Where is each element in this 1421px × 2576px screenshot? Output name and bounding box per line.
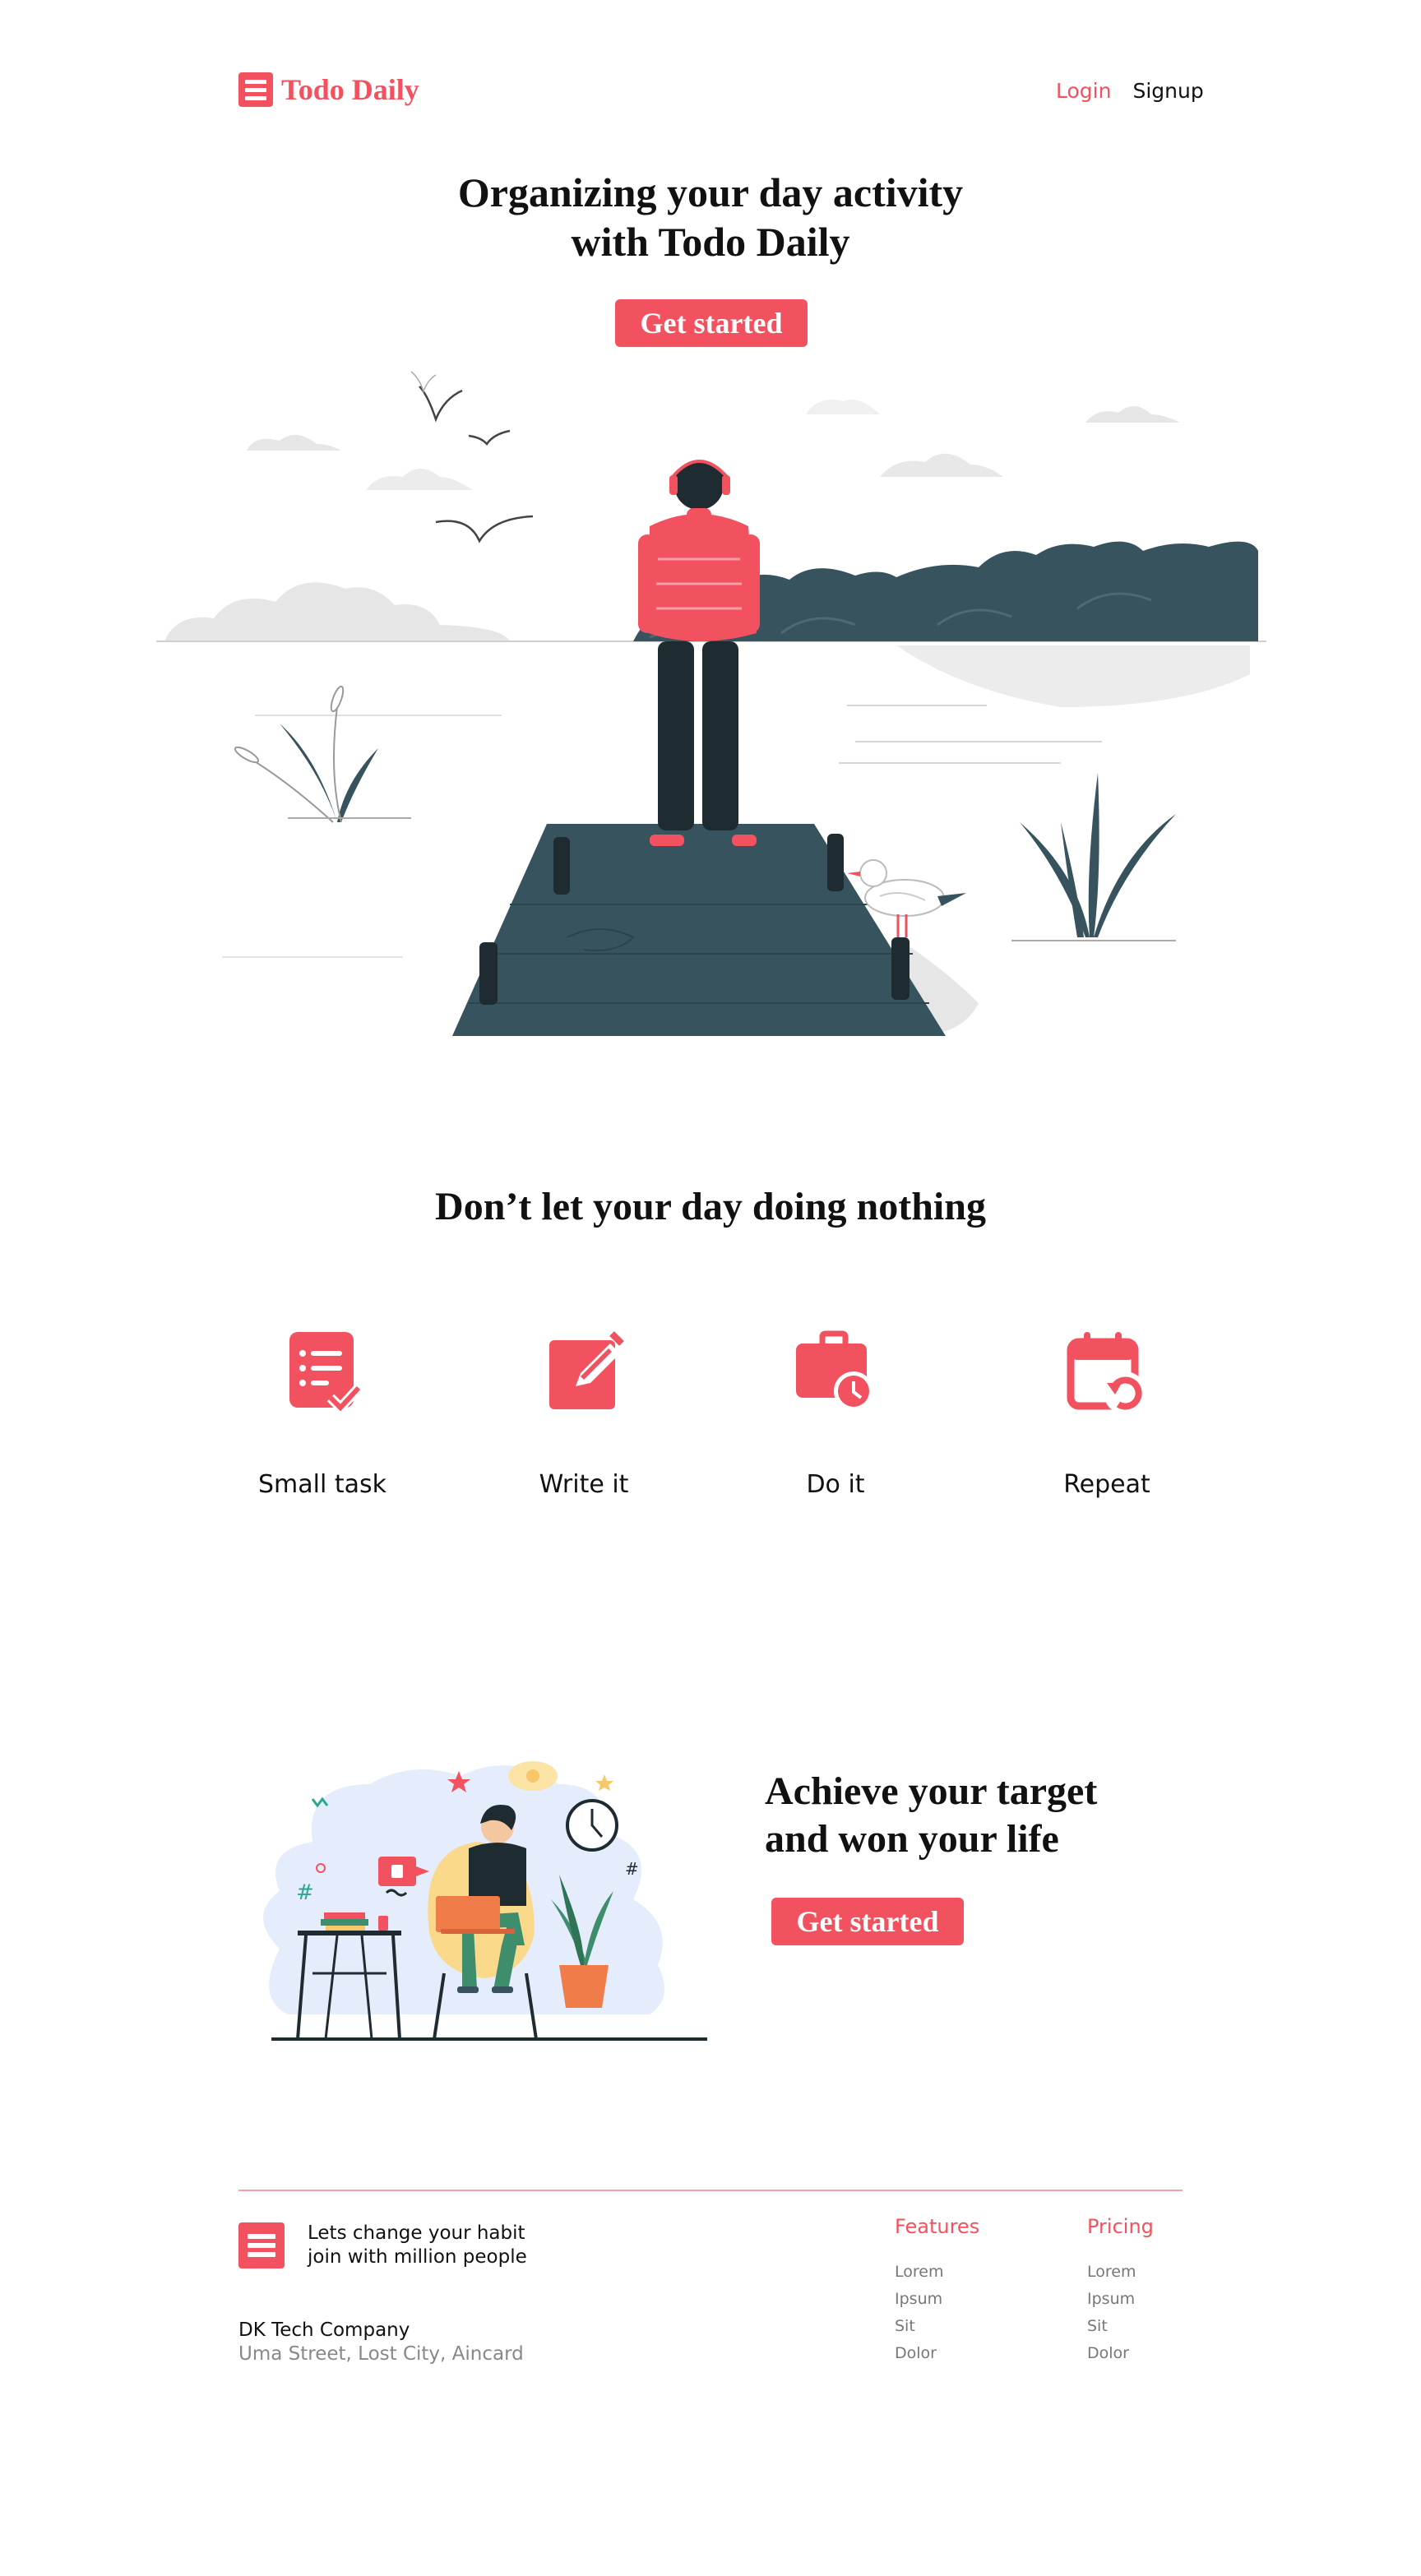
feature-small-task: Small task	[199, 1329, 446, 1499]
feature-label-write-it: Write it	[539, 1470, 629, 1499]
footer-logo-icon	[238, 2222, 285, 2268]
dock-post	[479, 942, 498, 1005]
achieve-title-line2: and won your life	[765, 1817, 1059, 1861]
feature-repeat: Repeat	[984, 1329, 1230, 1499]
hero-title: Organizing your day activity with Todo D…	[0, 168, 1421, 266]
footer-tagline: Lets change your habit join with million…	[308, 2222, 527, 2269]
cloud-2	[366, 469, 473, 490]
person-standing	[638, 460, 760, 846]
svg-text:#: #	[296, 1880, 314, 1905]
logo-icon	[238, 72, 273, 107]
dock-post	[553, 837, 570, 895]
footer-company: DK Tech Company Uma Street, Lost City, A…	[238, 2319, 524, 2366]
features-heading: Don’t let your day doing nothing	[435, 1185, 986, 1228]
feature-label-do-it: Do it	[806, 1470, 865, 1499]
cloud-5	[806, 400, 880, 414]
edit-icon	[549, 1331, 624, 1409]
achieve-title: Achieve your target and won your life	[765, 1768, 1097, 1863]
footer-link[interactable]: Ipsum	[895, 2290, 979, 2308]
signup-link[interactable]: Signup	[1132, 79, 1203, 103]
dock-post	[891, 937, 910, 1000]
achieve-title-line1: Achieve your target	[765, 1769, 1098, 1813]
footer-column-title: Features	[895, 2215, 980, 2238]
footer-column-title: Pricing	[1087, 2215, 1154, 2238]
footer-link[interactable]: Dolor	[1087, 2344, 1154, 2362]
feature-label-small-task: Small task	[257, 1470, 386, 1499]
cloud-4	[1085, 405, 1180, 423]
bird-4	[410, 371, 437, 394]
footer-link[interactable]: Sit	[1087, 2317, 1154, 2335]
calendar-repeat-icon	[1067, 1332, 1146, 1414]
top-nav: Login Signup	[1056, 79, 1204, 103]
footer-link[interactable]: Ipsum	[1087, 2290, 1154, 2308]
hero-title-line2: with Todo Daily	[571, 219, 850, 265]
company-name: DK Tech Company	[238, 2319, 410, 2341]
footer-column-pricing: Pricing Lorem Ipsum Sit Dolor	[1087, 2215, 1154, 2362]
footer-tagline-line1: Lets change your habit	[308, 2222, 525, 2244]
brand-name: Todo Daily	[281, 73, 419, 106]
dock-post	[827, 834, 844, 891]
briefcase-clock-icon	[796, 1330, 873, 1411]
footer-link[interactable]: Sit	[895, 2317, 979, 2335]
cloud-1	[247, 434, 341, 451]
task-list-icon	[289, 1332, 363, 1414]
right-reeds	[1011, 773, 1176, 941]
left-reeds	[234, 685, 411, 823]
hero-get-started-button[interactable]: Get started	[615, 299, 808, 347]
workspace-illustration: # #	[263, 1761, 707, 2041]
dock	[452, 824, 946, 1036]
brand-logo[interactable]: Todo Daily	[238, 72, 419, 107]
cloud-bank	[164, 582, 510, 641]
bird-3	[435, 515, 534, 543]
achieve-get-started-button[interactable]: Get started	[771, 1898, 964, 1945]
feature-do-it: Do it	[712, 1329, 959, 1499]
hero-title-line1: Organizing your day activity	[457, 169, 964, 215]
laptop	[436, 1896, 500, 1932]
feature-label-repeat: Repeat	[1063, 1470, 1150, 1499]
cloud-3	[880, 453, 1003, 477]
footer-divider	[238, 2190, 1183, 2191]
bird-1	[419, 386, 463, 423]
feature-write-it: Write it	[461, 1329, 707, 1499]
footer-link[interactable]: Dolor	[895, 2344, 979, 2362]
footer-link[interactable]: Lorem	[895, 2263, 979, 2281]
login-link[interactable]: Login	[1056, 79, 1111, 103]
footer-link[interactable]: Lorem	[1087, 2263, 1154, 2281]
bird-2	[468, 429, 511, 446]
svg-text:#: #	[625, 1859, 639, 1879]
hero-illustration	[156, 371, 1266, 1036]
footer-column-features: Features Lorem Ipsum Sit Dolor	[895, 2215, 979, 2362]
footer-tagline-line2: join with million people	[308, 2246, 527, 2268]
company-address: Uma Street, Lost City, Aincard	[238, 2343, 524, 2365]
